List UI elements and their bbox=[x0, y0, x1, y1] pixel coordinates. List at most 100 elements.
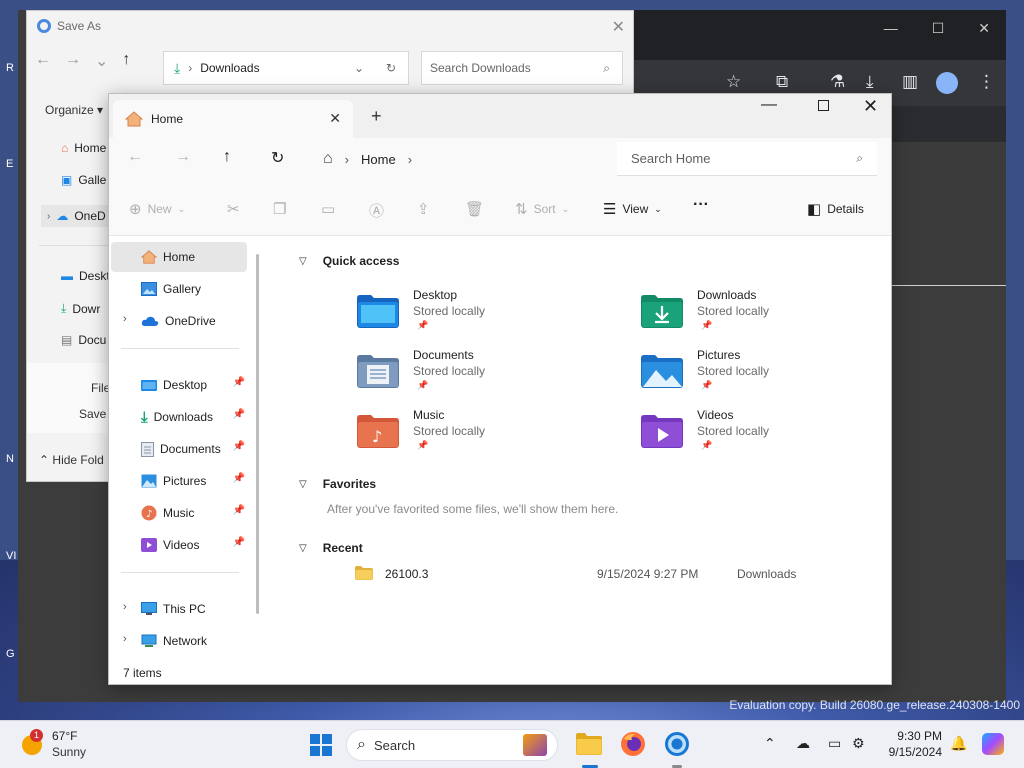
save-as-nav-item[interactable]: ▤ Docu bbox=[61, 333, 106, 347]
home-outline-icon[interactable]: ⌂ bbox=[323, 150, 333, 168]
tab-home[interactable]: Home ✕ bbox=[113, 100, 353, 138]
recent-header[interactable]: ▽ Recent bbox=[299, 541, 363, 555]
sort-button[interactable]: ⇅ Sort ⌄ bbox=[515, 200, 569, 218]
delete-icon[interactable]: 🗑 bbox=[465, 200, 484, 218]
quick-access-pictures[interactable]: Pictures Stored locally 📌 bbox=[641, 348, 871, 400]
back-arrow-icon[interactable]: ← bbox=[35, 51, 51, 71]
nav-item-videos[interactable]: Videos 📌 bbox=[111, 530, 247, 560]
extensions-icon[interactable]: ⧉ bbox=[776, 72, 788, 92]
details-button[interactable]: ◧ Details bbox=[807, 200, 864, 218]
copilot-icon[interactable] bbox=[982, 733, 1004, 755]
back-arrow-icon[interactable]: ← bbox=[127, 148, 143, 166]
favorites-header[interactable]: ▽ Favorites bbox=[299, 477, 376, 491]
recent-file-row[interactable]: 26100.3 9/15/2024 9:27 PM Downloads bbox=[355, 566, 875, 588]
up-arrow-icon[interactable]: ↑ bbox=[122, 51, 130, 71]
save-as-search-input[interactable]: Search Downloads ⌕ bbox=[421, 51, 623, 85]
maximize-icon[interactable]: ☐ bbox=[932, 20, 945, 37]
pin-icon[interactable]: 📌 bbox=[233, 441, 245, 452]
pin-icon[interactable]: 📌 bbox=[233, 473, 245, 484]
minimize-icon[interactable]: — bbox=[761, 96, 777, 114]
chevron-down-icon[interactable]: ⌄ bbox=[354, 61, 364, 75]
new-button[interactable]: ⊕ New ⌄ bbox=[129, 200, 185, 218]
start-windows-icon[interactable] bbox=[310, 734, 332, 756]
bookmark-star-icon[interactable]: ☆ bbox=[726, 72, 741, 92]
weather-condition[interactable]: Sunny bbox=[52, 745, 86, 759]
breadcrumb-chevron-icon[interactable]: › bbox=[345, 152, 349, 167]
minimize-icon[interactable]: — bbox=[884, 20, 898, 37]
maximize-icon[interactable] bbox=[818, 100, 829, 111]
paste-icon[interactable]: ▭ bbox=[321, 200, 335, 218]
nav-item-documents[interactable]: Documents 📌 bbox=[111, 434, 247, 464]
forward-arrow-icon[interactable]: → bbox=[65, 51, 81, 71]
up-arrow-icon[interactable]: ↑ bbox=[223, 148, 231, 166]
profile-avatar-icon[interactable] bbox=[936, 72, 958, 94]
save-as-nav-item[interactable]: ⤓ Dowr bbox=[61, 301, 100, 316]
notification-bell-icon[interactable]: 🔔 bbox=[950, 735, 967, 752]
chevron-right-icon[interactable]: › bbox=[123, 601, 127, 613]
nav-item-music[interactable]: ♪ Music 📌 bbox=[111, 498, 247, 528]
refresh-icon[interactable]: ↻ bbox=[271, 148, 284, 168]
taskbar-search[interactable]: ⌕ Search bbox=[346, 729, 558, 761]
new-tab-plus-icon[interactable]: + bbox=[371, 106, 382, 127]
save-as-nav-item[interactable]: ▬ Deskt bbox=[61, 269, 110, 283]
pin-icon[interactable]: 📌 bbox=[233, 537, 245, 548]
show-hidden-icons-chevron-icon[interactable]: ⌃ bbox=[764, 735, 776, 752]
rename-icon[interactable]: Ⓐ bbox=[369, 200, 384, 221]
more-menu-icon[interactable]: ⋮ bbox=[978, 72, 995, 92]
breadcrumb-chevron-icon[interactable]: › bbox=[408, 152, 412, 167]
chevron-right-icon[interactable]: › bbox=[123, 313, 127, 325]
refresh-icon[interactable]: ↻ bbox=[386, 61, 396, 75]
quick-access-header[interactable]: ▽ Quick access bbox=[299, 254, 399, 268]
save-as-nav-item[interactable]: ▣ Galle bbox=[61, 173, 106, 187]
pin-icon[interactable]: 📌 bbox=[233, 409, 245, 420]
quick-access-documents[interactable]: Documents Stored locally 📌 bbox=[357, 348, 587, 400]
file-explorer-taskbar-icon[interactable] bbox=[576, 731, 604, 759]
nav-item-pictures[interactable]: Pictures 📌 bbox=[111, 466, 247, 496]
firefox-icon[interactable] bbox=[620, 731, 648, 759]
close-icon[interactable]: ✕ bbox=[329, 110, 341, 127]
organize-button[interactable]: Organize ▾ bbox=[45, 103, 103, 117]
pin-icon[interactable]: 📌 bbox=[233, 505, 245, 516]
display-icon[interactable]: ▭ bbox=[828, 735, 841, 752]
save-as-address-bar[interactable]: ⤓ › Downloads ⌄ ↻ bbox=[163, 51, 409, 85]
network-settings-icon[interactable]: ⚙ bbox=[852, 735, 865, 752]
copy-icon[interactable]: ❐ bbox=[273, 200, 286, 218]
clock-time[interactable]: 9:30 PM bbox=[886, 729, 942, 743]
downloads-icon[interactable]: ⤓ bbox=[866, 72, 874, 92]
clock-date[interactable]: 9/15/2024 bbox=[872, 745, 942, 759]
quick-access-music[interactable]: ♪ Music Stored locally 📌 bbox=[357, 408, 587, 460]
chevron-down-icon[interactable]: ▽ bbox=[299, 543, 307, 554]
nav-item-desktop[interactable]: Desktop 📌 bbox=[111, 370, 247, 400]
weather-temperature[interactable]: 67°F bbox=[52, 729, 77, 743]
chevron-down-icon[interactable]: ⌄ bbox=[95, 51, 108, 71]
pin-icon[interactable]: 📌 bbox=[233, 377, 245, 388]
hide-folders-button[interactable]: ⌃ Hide Fold bbox=[39, 453, 104, 467]
quick-access-downloads[interactable]: Downloads Stored locally 📌 bbox=[641, 288, 871, 340]
labs-flask-icon[interactable]: ⚗ bbox=[830, 72, 845, 92]
save-as-nav-item[interactable]: ⌂ Home bbox=[61, 141, 106, 155]
onedrive-offline-icon[interactable]: ☁ bbox=[796, 735, 810, 752]
more-options-icon[interactable]: ··· bbox=[693, 196, 709, 214]
nav-scrollbar[interactable] bbox=[256, 254, 259, 614]
forward-arrow-icon[interactable]: → bbox=[175, 148, 191, 166]
cut-icon[interactable]: ✂ bbox=[227, 200, 240, 218]
quick-access-videos[interactable]: Videos Stored locally 📌 bbox=[641, 408, 871, 460]
chevron-right-icon[interactable]: › bbox=[123, 633, 127, 645]
share-icon[interactable]: ⇪ bbox=[417, 200, 430, 218]
close-icon[interactable]: ✕ bbox=[978, 20, 990, 37]
breadcrumb-home[interactable]: Home bbox=[361, 152, 396, 167]
chevron-down-icon[interactable]: ▽ bbox=[299, 256, 307, 267]
nav-item-downloads[interactable]: ⤓ Downloads 📌 bbox=[111, 402, 247, 432]
nav-item-this-pc[interactable]: › This PC bbox=[111, 594, 247, 624]
nav-item-network[interactable]: › Network bbox=[111, 626, 247, 656]
breadcrumb[interactable]: ⌂ › Home › bbox=[313, 142, 613, 176]
view-button[interactable]: ☰ View ⌄ bbox=[603, 200, 662, 218]
nav-item-home[interactable]: Home bbox=[111, 242, 247, 272]
nav-item-gallery[interactable]: Gallery bbox=[111, 274, 247, 304]
side-panel-icon[interactable]: ▥ bbox=[902, 72, 918, 92]
close-icon[interactable]: ✕ bbox=[612, 17, 625, 37]
close-icon[interactable]: ✕ bbox=[863, 96, 878, 117]
quick-access-desktop[interactable]: Desktop Stored locally 📌 bbox=[357, 288, 587, 340]
search-input[interactable]: Search Home ⌕ bbox=[617, 142, 877, 176]
chrome-icon[interactable] bbox=[664, 731, 692, 759]
